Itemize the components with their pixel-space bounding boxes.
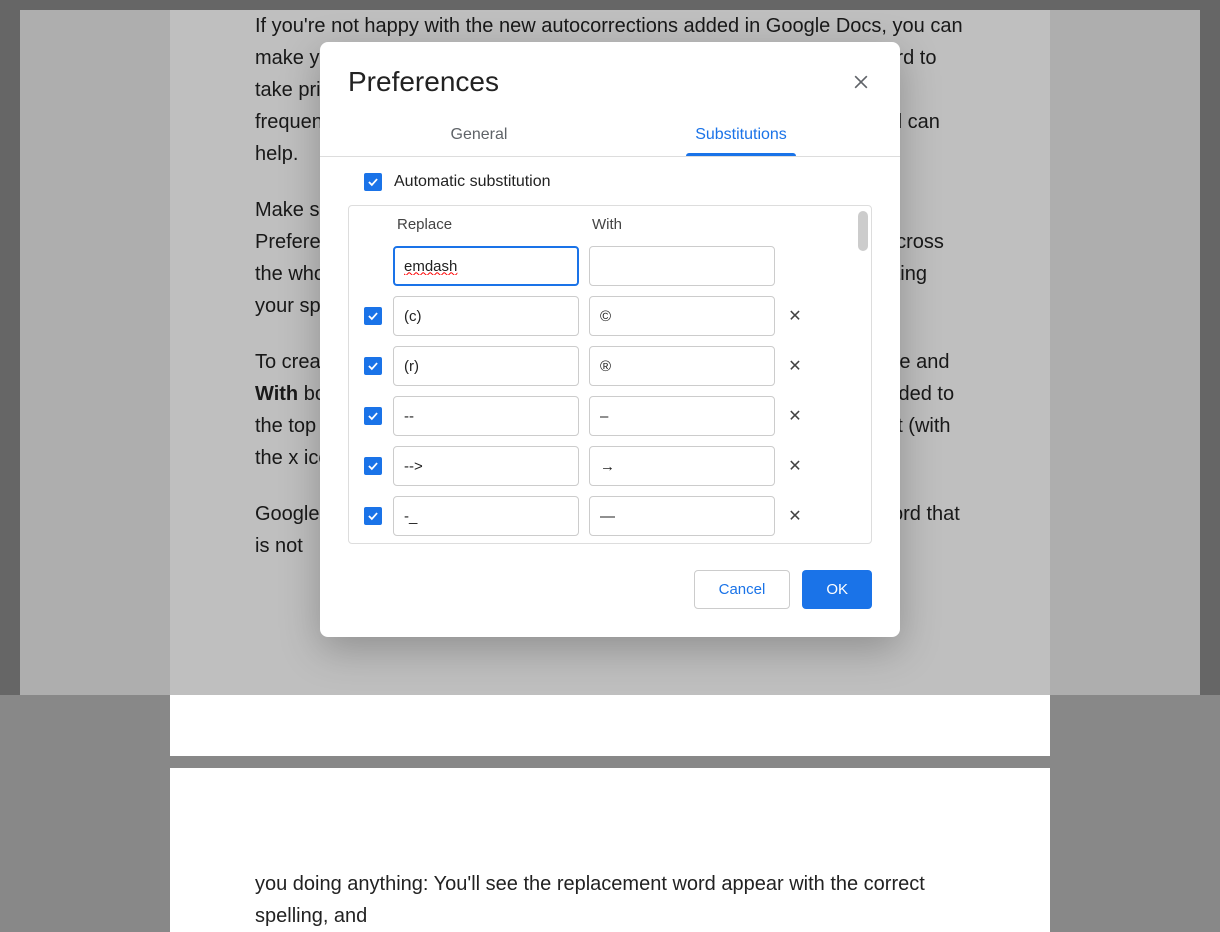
with-input[interactable]	[589, 296, 775, 336]
substitution-row-checkbox[interactable]	[364, 307, 382, 325]
delete-row-icon[interactable]: ✕	[785, 306, 805, 326]
substitution-panel: Replace With ✕ ✕ ✕ ✕ ✕ ✕	[348, 205, 872, 544]
substitution-checkbox-slot	[363, 407, 383, 425]
automatic-substitution-label: Automatic substitution	[394, 173, 551, 191]
with-input[interactable]	[589, 396, 775, 436]
close-icon[interactable]	[850, 71, 872, 93]
replace-input[interactable]	[393, 346, 579, 386]
with-input[interactable]	[589, 246, 775, 286]
delete-row-icon[interactable]: ✕	[785, 506, 805, 526]
tab-general[interactable]: General	[348, 116, 610, 156]
ok-button[interactable]: OK	[802, 570, 872, 609]
replace-input[interactable]	[393, 496, 579, 536]
substitution-row-checkbox[interactable]	[364, 507, 382, 525]
tabs: General Substitutions	[320, 116, 900, 157]
replace-input[interactable]	[393, 446, 579, 486]
tab-substitutions[interactable]: Substitutions	[610, 116, 872, 156]
substitution-rows: ✕ ✕ ✕ ✕ ✕ ✕	[349, 241, 871, 543]
automatic-substitution-row: Automatic substitution	[348, 173, 872, 191]
substitution-checkbox-slot	[363, 457, 383, 475]
substitution-checkbox-slot	[363, 307, 383, 325]
dialog-footer: Cancel OK	[320, 544, 900, 637]
substitution-row-checkbox[interactable]	[364, 457, 382, 475]
dialog-title: Preferences	[348, 66, 499, 98]
substitution-row: ✕	[349, 291, 871, 341]
replace-input[interactable]	[393, 396, 579, 436]
substitution-checkbox-slot	[363, 357, 383, 375]
automatic-substitution-checkbox[interactable]	[364, 173, 382, 191]
delete-row-icon[interactable]: ✕	[785, 456, 805, 476]
doc-paragraph: you doing anything: You'll see the repla…	[255, 868, 965, 932]
cancel-button[interactable]: Cancel	[694, 570, 791, 609]
substitution-header: Replace With	[349, 206, 871, 241]
with-input[interactable]	[589, 496, 775, 536]
delete-row-icon[interactable]: ✕	[785, 356, 805, 376]
delete-row-icon[interactable]: ✕	[785, 406, 805, 426]
replace-input[interactable]	[393, 296, 579, 336]
substitution-row-checkbox[interactable]	[364, 357, 382, 375]
document-section-2: you doing anything: You'll see the repla…	[170, 768, 1050, 932]
with-input[interactable]	[589, 346, 775, 386]
substitution-row-checkbox[interactable]	[364, 407, 382, 425]
scrollbar-thumb[interactable]	[858, 211, 868, 251]
substitution-checkbox-slot	[363, 507, 383, 525]
with-input[interactable]	[589, 446, 775, 486]
dialog-header: Preferences	[320, 42, 900, 102]
column-header-replace: Replace	[397, 216, 592, 233]
substitution-row: ✕	[349, 241, 871, 291]
substitution-row: ✕	[349, 441, 871, 491]
preferences-dialog: Preferences General Substitutions Automa…	[320, 42, 900, 637]
column-header-with: With	[592, 216, 787, 233]
tab-content: Automatic substitution Replace With ✕✕✕✕…	[320, 157, 900, 544]
substitution-row: ✕	[349, 341, 871, 391]
substitution-row: ✕	[349, 491, 871, 541]
substitution-row: ✕	[349, 391, 871, 441]
replace-input[interactable]	[393, 246, 579, 286]
